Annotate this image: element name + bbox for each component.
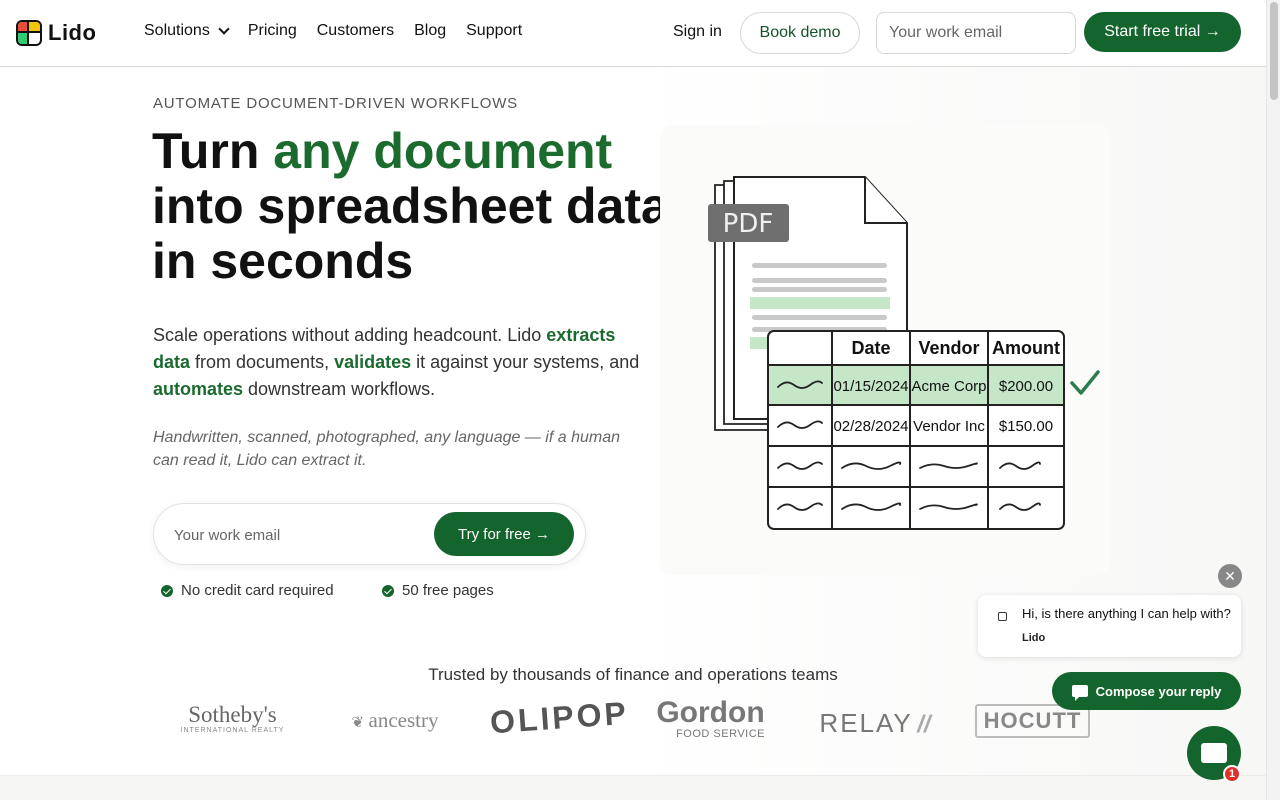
benefit-no-credit-card: No credit card required [161,582,334,599]
nav-item-label: Pricing [247,22,297,39]
nav-item-support[interactable]: Support [466,22,522,40]
sub-text: Scale operations without adding headcoun… [153,325,547,345]
lido-avatar-icon [998,612,1007,621]
logo-relay: RELAY // [819,708,931,738]
logo-name: Gordon [656,696,765,729]
doc-line-highlighted [750,297,890,309]
pdf-badge-label: PDF [723,209,774,239]
sub-text: it against your systems, and [411,352,640,372]
headline-part: into spreadsheet data in seconds [152,178,669,289]
benefit-free-pages: 50 free pages [382,582,494,599]
logo-gordon: Gordon FOOD SERVICE [648,696,773,741]
compose-label: Compose your reply [1095,683,1222,699]
logo-sub: FOOD SERVICE [676,728,765,740]
main-nav: Solutions Pricing Customers Blog Support [144,22,522,40]
logo-name: OLIPOP [488,694,630,741]
close-icon: ✕ [1224,568,1236,584]
check-circle-icon [382,584,394,597]
nav-item-solutions[interactable]: Solutions [144,22,230,40]
sub-highlight: automates [153,379,244,399]
sign-in-link[interactable]: Sign in [673,23,722,41]
doc-line [752,287,887,292]
doc-line [752,263,887,268]
hero-email-input[interactable] [174,522,424,548]
top-navigation-bar: Lido Solutions Pricing Customers Blog Su… [0,0,1266,67]
try-for-free-button[interactable]: Try for free → [434,512,574,556]
unread-count-badge: 1 [1223,765,1241,783]
chat-message-text: Hi, is there anything I can help with? [1022,606,1231,621]
nav-item-label: Customers [316,22,395,39]
table-cell: 02/28/2024 [833,418,908,435]
customer-logos: Sotheby's INTERNATIONAL REALTY ❦ ancestr… [170,695,1110,751]
chat-close-button[interactable]: ✕ [1218,564,1242,588]
chat-message-bubble[interactable]: Hi, is there anything I can help with? L… [978,595,1241,657]
document-to-spreadsheet-illustration: PDF Date Vendor Amount 01/15/2024 Acme C… [708,176,1100,530]
sub-text: from documents, [190,352,335,372]
nav-item-label: Support [466,22,523,39]
hero-eyebrow: AUTOMATE DOCUMENT-DRIVEN WORKFLOWS [153,95,518,112]
table-header-date: Date [851,338,890,358]
nav-item-label: Solutions [144,22,210,39]
nav-item-blog[interactable]: Blog [414,22,446,40]
next-section-edge [0,775,1266,800]
headline-highlight: any document [273,123,613,179]
table-cell: $150.00 [999,418,1053,435]
chevron-down-icon [218,22,230,35]
logo-name: RELAY [819,708,913,738]
lido-logo[interactable]: Lido [16,20,96,46]
nav-item-pricing[interactable]: Pricing [248,22,297,40]
nav-item-customers[interactable]: Customers [317,22,394,40]
scrollbar-thumb[interactable] [1270,2,1278,100]
hero-signup-form: Try for free → [153,503,586,565]
compose-reply-button[interactable]: Compose your reply [1052,672,1241,710]
logo-name: ancestry [368,708,439,732]
check-circle-icon [161,584,173,597]
headline-part: Turn [152,123,274,179]
start-free-trial-button[interactable]: Start free trial → [1084,12,1241,52]
table-header-amount: Amount [992,338,1060,358]
book-demo-button[interactable]: Book demo [740,12,860,54]
benefit-text: No credit card required [181,582,334,599]
chat-icon [1201,743,1227,763]
table-cell: Vendor Inc [913,418,985,435]
chat-bubble-icon [1071,685,1088,701]
hero-note: Handwritten, scanned, photographed, any … [153,429,620,469]
sub-text: downstream workflows. [243,379,436,399]
hero-headline: Turn any document into spreadsheet data … [152,124,672,289]
validated-check-icon [1070,370,1100,395]
doc-line [752,278,887,283]
page-scrollbar[interactable] [1266,0,1280,800]
logo-text: Lido [48,20,97,45]
logo-ancestry: ❦ ancestry [351,708,439,732]
table-cell: Acme Corp [911,378,986,395]
header-email-input[interactable] [876,12,1076,54]
nav-item-label: Blog [414,22,447,39]
logo-name: Sotheby's [188,702,277,727]
lido-logo-icon [16,20,42,46]
benefit-text: 50 free pages [402,582,494,599]
logo-olipop: OLIPOP [489,695,630,741]
table-cell: $200.00 [999,378,1053,395]
table-header-vendor: Vendor [918,338,979,358]
chat-sender-name: Lido [1022,632,1046,644]
logo-sub: INTERNATIONAL REALTY [180,727,285,734]
sub-highlight: validates [334,352,412,372]
logo-sothebys: Sotheby's INTERNATIONAL REALTY [170,702,295,734]
doc-line [752,315,887,320]
table-cell: 01/15/2024 [833,378,908,395]
hero-subheading: Scale operations without adding headcoun… [153,322,653,403]
